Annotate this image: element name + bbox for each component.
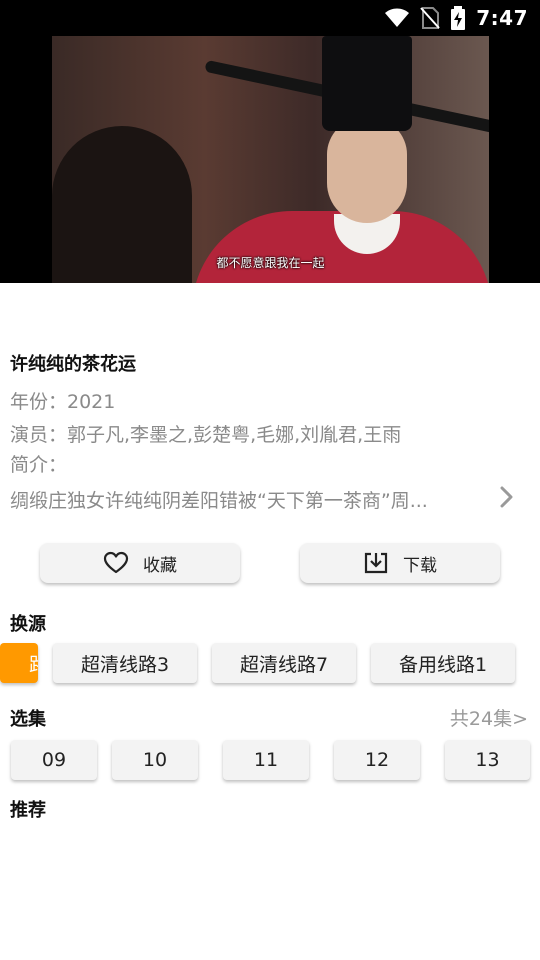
episode-chip[interactable]: 09 <box>11 740 97 780</box>
video-title: 许纯纯的茶花运 <box>10 354 136 375</box>
favorite-button[interactable]: 收藏 <box>40 543 240 583</box>
source-section-title: 换源 <box>10 614 46 635</box>
episode-chip[interactable]: 10 <box>112 740 198 780</box>
no-sim-icon <box>420 7 440 29</box>
status-bar: 7:47 <box>0 0 540 36</box>
video-subtitle: 都不愿意跟我在一起 <box>216 256 325 270</box>
heart-icon <box>103 551 129 574</box>
episode-section-title: 选集 <box>10 709 46 730</box>
episode-chip-label: 13 <box>475 749 500 771</box>
source-chip-label: 超清线路3 <box>80 653 170 676</box>
source-chip-active-label: 路 <box>29 650 38 677</box>
intro-text[interactable]: 绸缎庄独女许纯纯阴差阳错被“天下第一茶商”周... <box>10 486 465 513</box>
source-chip[interactable]: 超清线路3 <box>53 643 197 683</box>
download-label: 下载 <box>403 555 437 576</box>
cast-info: 演员：郭子凡,李墨之,彭楚粤,毛娜,刘胤君,王雨 <box>10 424 402 446</box>
episode-chip[interactable]: 13 <box>445 740 530 780</box>
episode-chip-label: 11 <box>253 749 279 771</box>
source-chip-active[interactable]: 路 <box>0 643 38 683</box>
episode-chip[interactable]: 12 <box>334 740 420 780</box>
chevron-right-icon[interactable] <box>494 484 518 510</box>
clock: 7:47 <box>476 6 528 30</box>
source-chip-label: 超清线路7 <box>239 653 329 676</box>
source-chip[interactable]: 超清线路7 <box>212 643 356 683</box>
wifi-icon <box>385 8 410 27</box>
source-chip-label: 备用线路1 <box>398 653 488 676</box>
intro-label: 简介： <box>10 454 68 476</box>
video-player[interactable]: 都不愿意跟我在一起 <box>52 36 489 283</box>
episode-chip-label: 12 <box>364 749 390 771</box>
episode-chip-label: 10 <box>142 749 168 771</box>
download-icon <box>364 552 388 574</box>
favorite-label: 收藏 <box>143 555 177 576</box>
episode-chip-label: 09 <box>41 749 67 771</box>
battery-charging-icon <box>451 6 466 30</box>
player-area: 7:47 都不愿意跟我在一起 <box>0 0 540 283</box>
year-info: 年份：2021 <box>10 391 116 413</box>
episode-chip[interactable]: 11 <box>223 740 309 780</box>
download-button[interactable]: 下载 <box>300 543 500 583</box>
source-chip[interactable]: 备用线路1 <box>371 643 515 683</box>
recommend-section-title: 推荐 <box>10 800 46 821</box>
episode-count-link[interactable]: 共24集> <box>450 704 528 731</box>
